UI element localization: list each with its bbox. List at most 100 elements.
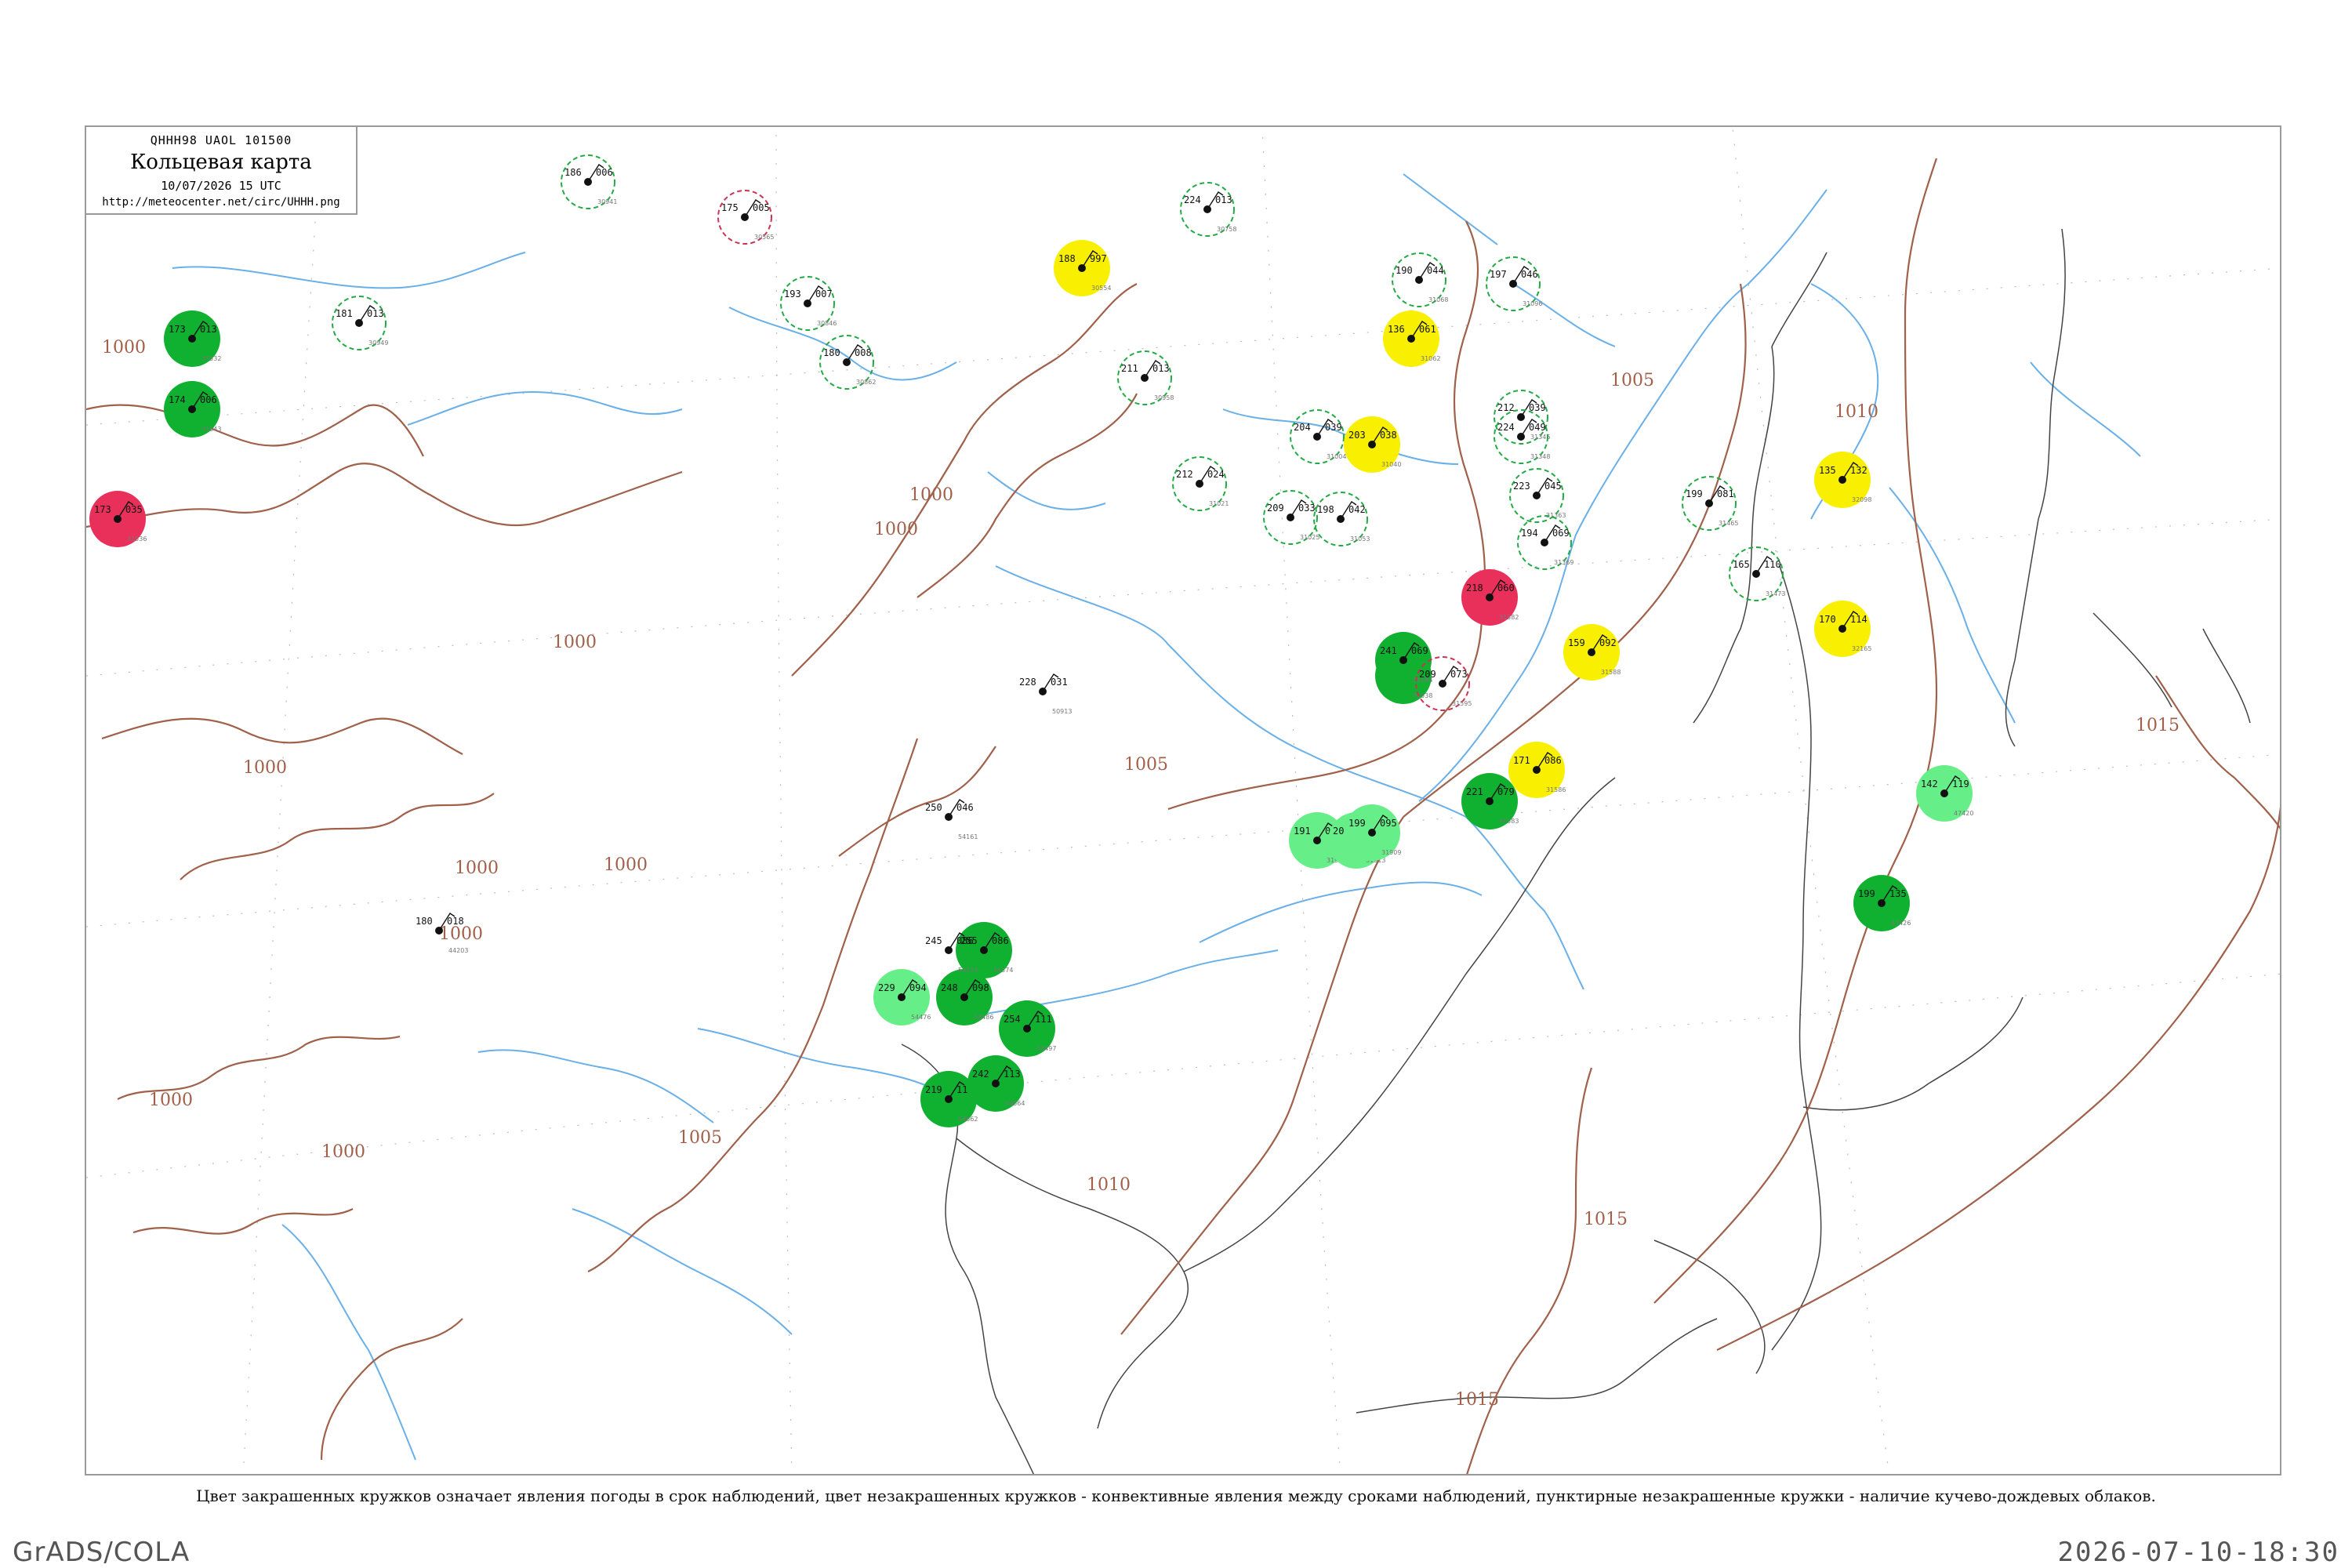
station-index: 31096 bbox=[1523, 300, 1542, 307]
station-marker[interactable]: 194 069 31369 bbox=[1517, 515, 1573, 570]
station-pressure: 095 bbox=[1380, 818, 1397, 829]
station-index: 31473 bbox=[1766, 590, 1785, 597]
station-pressure: 042 bbox=[1348, 504, 1366, 515]
isobar-label: 1005 bbox=[678, 1128, 722, 1148]
station-marker[interactable]: 142 119 47420 bbox=[1916, 765, 1973, 822]
station-pressure: 035 bbox=[125, 504, 143, 515]
station-marker[interactable]: 203 038 31040 bbox=[1344, 416, 1401, 473]
station-pressure: 094 bbox=[909, 982, 927, 993]
station-temperature: 175 bbox=[721, 202, 739, 213]
station-pressure: 024 bbox=[1207, 469, 1225, 480]
station-index: 31538 bbox=[1413, 692, 1432, 699]
station-index: 31040 bbox=[1381, 461, 1401, 468]
station-marker[interactable]: 190 044 31068 bbox=[1392, 252, 1448, 307]
station-marker[interactable]: 173 035 31536 bbox=[89, 491, 147, 547]
station-index: 54476 bbox=[911, 1014, 931, 1021]
isobar-label: 1000 bbox=[102, 338, 146, 358]
station-temperature: 159 bbox=[1568, 637, 1585, 648]
station-temperature: 165 bbox=[1733, 559, 1750, 570]
station-index: 32165 bbox=[1852, 645, 1871, 652]
isobar-label: 1000 bbox=[909, 485, 953, 505]
station-marker[interactable]: 170 114 32165 bbox=[1814, 601, 1871, 657]
station-pressure: 013 bbox=[367, 308, 384, 319]
station-marker[interactable]: 159 092 31588 bbox=[1563, 624, 1621, 681]
synoptic-map: 1000 1000 1000 1000 1000 1000 1000 1000 … bbox=[86, 127, 2280, 1474]
station-pressure: 005 bbox=[753, 202, 770, 213]
station-marker[interactable]: 242 113 54664 bbox=[967, 1055, 1025, 1112]
station-index: 44203 bbox=[448, 947, 468, 954]
station-marker[interactable]: 199 081 31465 bbox=[1682, 476, 1738, 531]
station-index: 31053 bbox=[1350, 535, 1370, 543]
station-marker[interactable]: 211 013 30958 bbox=[1117, 350, 1174, 405]
station-pressure: 113 bbox=[1004, 1069, 1021, 1080]
station-pressure: 114 bbox=[1850, 614, 1867, 625]
station-marker[interactable]: 188 997 30554 bbox=[1054, 240, 1111, 296]
station-marker[interactable]: 199 095 31909 bbox=[1344, 804, 1401, 861]
station-marker[interactable]: 198 042 31053 bbox=[1313, 492, 1370, 546]
isobar-label: 1000 bbox=[455, 858, 499, 878]
station-marker[interactable]: 254 111 54497 bbox=[999, 1000, 1056, 1057]
station-pressure: 013 bbox=[1152, 363, 1170, 374]
station-marker[interactable]: 171 086 31586 bbox=[1508, 742, 1566, 798]
station-pressure: 086 bbox=[1544, 755, 1562, 766]
station-marker[interactable]: 174 006 31543 bbox=[164, 381, 221, 437]
station-pressure: 044 bbox=[1427, 265, 1444, 276]
station-index: 54374 bbox=[993, 967, 1013, 974]
station-marker[interactable]: 175 005 30565 bbox=[717, 190, 774, 245]
station-temperature: 194 bbox=[1521, 528, 1538, 539]
isobar-label: 1000 bbox=[874, 520, 918, 539]
station-marker[interactable]: 180 008 30862 bbox=[819, 335, 876, 390]
station-temperature: 199 bbox=[1686, 488, 1703, 499]
station-marker[interactable]: 228 031 50913 bbox=[1019, 673, 1072, 715]
station-temperature: 199 bbox=[1858, 888, 1875, 899]
station-temperature: 221 bbox=[1466, 786, 1483, 797]
station-pressure: 045 bbox=[1544, 481, 1562, 492]
station-index: 50913 bbox=[1052, 708, 1072, 715]
station-pressure: 079 bbox=[1497, 786, 1515, 797]
station-marker[interactable]: 186 006 30941 bbox=[561, 154, 617, 209]
station-marker[interactable]: 165 110 31473 bbox=[1729, 546, 1785, 601]
station-pressure: 135 bbox=[1889, 888, 1907, 899]
station-index: 30846 bbox=[817, 320, 837, 327]
station-temperature: 204 bbox=[1294, 422, 1311, 433]
station-marker[interactable]: 199 135 47426 bbox=[1853, 875, 1911, 931]
station-pressure: 061 bbox=[1419, 324, 1436, 335]
station-marker[interactable]: 223 04531363 bbox=[1509, 468, 1566, 523]
station-marker[interactable]: 229 094 54476 bbox=[873, 969, 931, 1025]
station-index: 31068 bbox=[1428, 296, 1448, 303]
map-url[interactable]: http://meteocenter.net/circ/UHHH.png bbox=[86, 196, 356, 209]
bulletin-header: QHHH98 UAOL 101500 bbox=[150, 133, 292, 147]
station-temperature: 245 bbox=[925, 935, 942, 946]
station-index: 31004 bbox=[1327, 453, 1346, 460]
station-index: 54161 bbox=[958, 833, 978, 840]
station-marker[interactable]: 197 046 31096 bbox=[1486, 256, 1542, 311]
station-marker[interactable]: 204 039 31004 bbox=[1290, 409, 1346, 464]
station-marker[interactable]: 212 024 31021 bbox=[1172, 456, 1229, 511]
stations-layer: 1390613153417301331532174006315431730353… bbox=[89, 127, 1973, 1127]
station-index: 31909 bbox=[1381, 849, 1401, 856]
station-pressure: 086 bbox=[956, 935, 974, 946]
station-temperature: 170 bbox=[1819, 614, 1836, 625]
station-marker[interactable]: 241 06931594 bbox=[1375, 632, 1432, 688]
station-temperature: 254 bbox=[1004, 1014, 1021, 1025]
station-temperature: 173 bbox=[169, 324, 186, 335]
station-marker[interactable]: 221 079 31583 bbox=[1461, 773, 1519, 829]
station-marker[interactable]: 193 007 30846 bbox=[780, 276, 837, 331]
station-marker[interactable]: 135 132 32098 bbox=[1814, 452, 1871, 508]
station-index: 47426 bbox=[1891, 920, 1911, 927]
station-marker[interactable]: 136 061 31062 bbox=[1383, 310, 1440, 367]
station-pressure: 008 bbox=[855, 347, 872, 358]
station-temperature: 193 bbox=[784, 289, 801, 299]
map-title: Кольцевая карта bbox=[130, 151, 312, 174]
station-pressure: 018 bbox=[447, 916, 464, 927]
map-frame[interactable]: 1000 1000 1000 1000 1000 1000 1000 1000 … bbox=[85, 125, 2281, 1475]
station-marker[interactable]: 224 013 30758 bbox=[1180, 182, 1236, 237]
isobar-label: 1000 bbox=[149, 1091, 193, 1110]
station-marker[interactable]: 173 013 31532 bbox=[164, 310, 221, 367]
station-marker[interactable]: 218 060 31582 bbox=[1461, 569, 1519, 626]
station-index: 30941 bbox=[597, 198, 617, 205]
station-marker[interactable]: 181 013 30949 bbox=[332, 296, 388, 350]
station-marker[interactable]: 250 046 54161 bbox=[925, 799, 978, 840]
isobar-label: 1005 bbox=[1610, 371, 1654, 390]
station-marker[interactable]: 209 033 31025 bbox=[1263, 490, 1319, 545]
